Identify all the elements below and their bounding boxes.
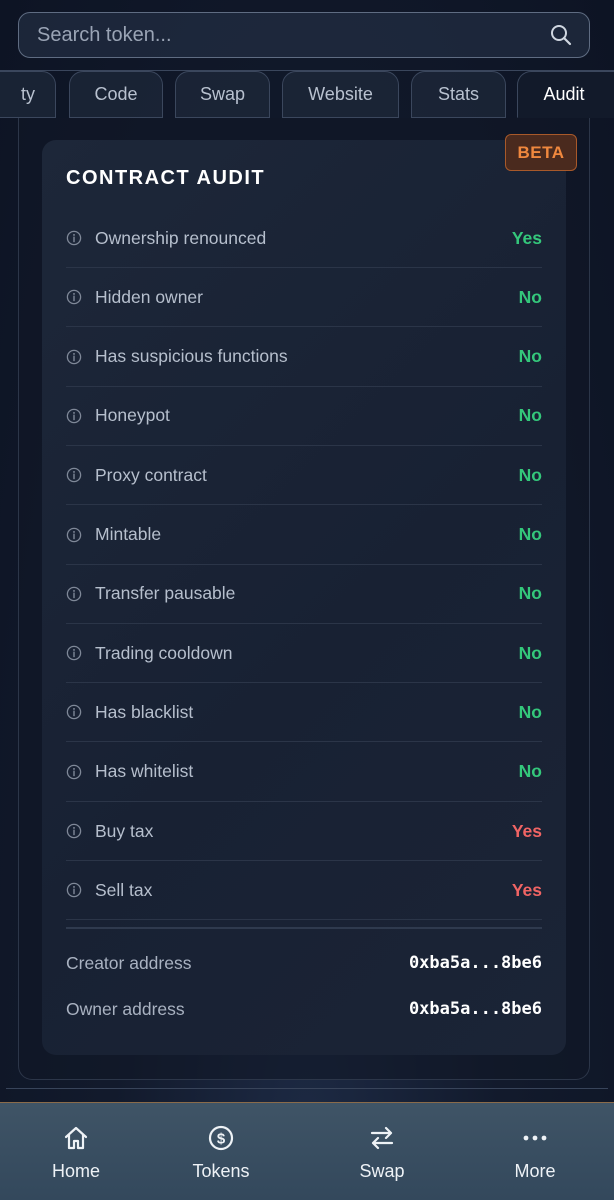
tab-label: ty [20,84,35,104]
audit-row: Has whitelist No [66,743,542,802]
audit-row-value: No [518,286,542,307]
audit-row-label: Hidden owner [95,286,203,307]
audit-row-label: Has whitelist [95,761,194,782]
info-icon[interactable] [66,645,82,661]
tab-label: Audit [543,84,585,104]
nav-swap[interactable]: Swap [342,1103,422,1200]
audit-row: Has blacklist No [66,683,542,743]
nav-home[interactable]: Home [36,1103,116,1200]
tab-label: Website [308,84,373,104]
creator-address-row: Creator address 0xba5a...8be6 [66,949,542,977]
tab-label: Swap [199,84,246,104]
info-icon[interactable] [66,764,82,780]
beta-badge: BETA [505,134,577,171]
audit-row-label: Transfer pausable [95,583,236,604]
tab-swap[interactable]: Swap [175,71,270,118]
audit-row-label: Has suspicious functions [95,346,288,367]
nav-label: Tokens [192,1161,250,1181]
nav-label: Swap [359,1161,405,1181]
nav-more[interactable]: More [495,1103,575,1200]
audit-row-label: Trading cooldown [95,642,233,663]
tab-code[interactable]: Code [69,71,163,118]
audit-row-label: Sell tax [95,879,153,900]
owner-address-row: Owner address 0xba5a...8be6 [66,995,542,1023]
audit-row: Ownership renounced Yes [66,209,542,268]
owner-address-value[interactable]: 0xba5a...8be6 [409,999,542,1019]
dollar-coin-icon: $ [206,1123,236,1153]
audit-row-value: No [518,346,542,367]
audit-row: Honeypot No [66,387,542,446]
svg-text:$: $ [217,1131,226,1148]
audit-row-value: No [518,583,542,604]
address-divider [66,927,542,929]
info-icon[interactable] [66,349,82,365]
info-icon[interactable] [66,527,82,543]
audit-row-value: No [518,642,542,663]
info-icon[interactable] [66,704,82,720]
audit-row-value: No [518,405,542,426]
audit-row-value: No [518,464,542,485]
bottom-nav: Home $ Tokens Swap More [0,1102,614,1200]
audit-row: Mintable No [66,506,542,565]
info-icon[interactable] [66,408,82,424]
owner-address-label: Owner address [66,998,185,1019]
audit-row-value: Yes [511,227,542,248]
tab-bar: ty Code Swap Website Stats Audit [0,71,614,119]
audit-row-value: Yes [511,879,542,900]
swap-arrows-icon [367,1123,397,1153]
home-icon [61,1123,91,1153]
audit-row-label: Ownership renounced [95,227,267,248]
creator-address-label: Creator address [66,952,192,973]
audit-row-value: No [518,701,542,722]
audit-row-label: Has blacklist [95,701,194,722]
audit-row: Proxy contract No [66,446,542,506]
info-icon[interactable] [66,823,82,839]
search-input[interactable] [37,23,549,47]
info-icon[interactable] [66,586,82,602]
tab-website[interactable]: Website [282,71,399,118]
search-bar[interactable] [18,12,590,58]
tab-label: Code [94,84,138,104]
info-icon[interactable] [66,289,82,305]
audit-row: Sell tax Yes [66,861,542,921]
card-title: CONTRACT AUDIT [66,167,266,189]
audit-row-value: Yes [511,820,542,841]
audit-row: Hidden owner No [66,268,542,328]
audit-row-label: Proxy contract [95,464,207,485]
audit-row: Has suspicious functions No [66,328,542,387]
audit-row-label: Honeypot [95,405,170,426]
nav-label: Home [51,1161,100,1181]
audit-row-value: No [518,761,542,782]
nav-tokens[interactable]: $ Tokens [181,1103,261,1200]
nav-label: More [514,1161,556,1181]
creator-address-value[interactable]: 0xba5a...8be6 [409,953,542,973]
content-bottom-divider [6,1088,608,1089]
audit-row: Transfer pausable No [66,565,542,624]
tab-stats[interactable]: Stats [411,71,506,118]
info-icon[interactable] [66,882,82,898]
audit-row-label: Mintable [95,524,162,544]
audit-row-label: Buy tax [95,820,154,841]
search-icon[interactable] [549,23,573,47]
audit-row: Buy tax Yes [66,802,542,861]
tab-label: Stats [437,84,480,104]
audit-row: Trading cooldown No [66,624,542,684]
info-icon[interactable] [66,230,82,246]
audit-row-value: No [518,524,542,544]
tab-audit[interactable]: Audit [517,71,614,118]
info-icon[interactable] [66,467,82,483]
more-dots-icon [520,1123,550,1153]
tab-liquidity[interactable]: ty [0,71,56,118]
